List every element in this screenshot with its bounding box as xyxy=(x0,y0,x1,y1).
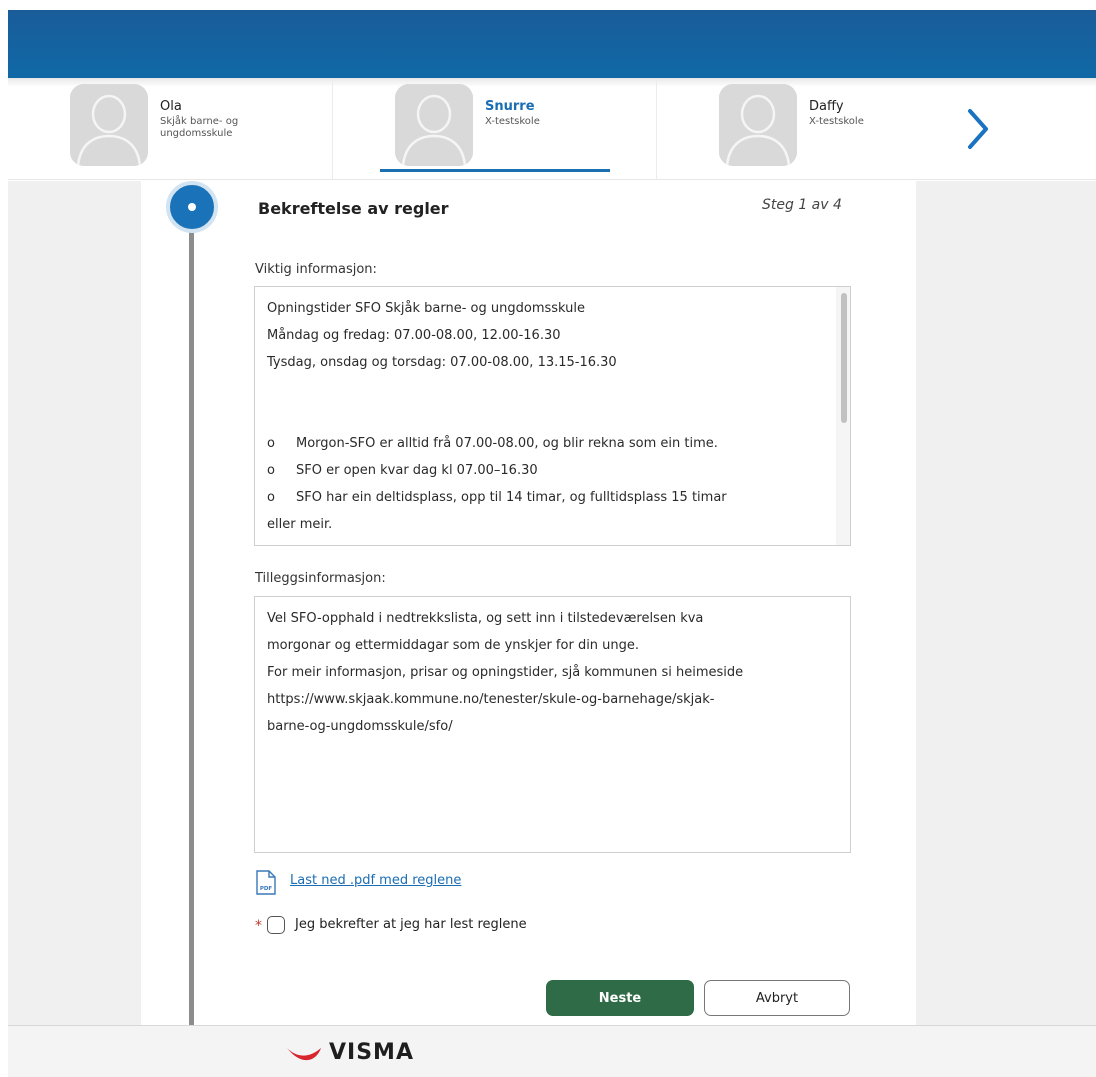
person-placeholder-icon xyxy=(70,84,148,166)
footer xyxy=(8,1025,1096,1077)
info-line: barne-og-ungdomsskule/sfo/ xyxy=(267,719,453,734)
pdf-file-icon: PDF xyxy=(256,870,276,895)
child-name: Snurre xyxy=(485,99,535,114)
info-line: Måndag og fredag: 07.00-08.00, 12.00-16.… xyxy=(267,328,561,343)
stepper-line xyxy=(189,210,194,1025)
child-selector: Ola Skjåk barne- og ungdomsskule Snurre … xyxy=(8,78,1096,180)
child-name: Daffy xyxy=(809,99,844,114)
visma-swoosh-icon xyxy=(287,1048,321,1061)
step-title: Bekreftelse av regler xyxy=(258,199,449,218)
child-school: X-testskole xyxy=(809,116,864,127)
person-placeholder-icon xyxy=(719,84,797,166)
child-tab-snurre[interactable]: Snurre X-testskole xyxy=(332,79,656,179)
info-line: For meir informasjon, prisar og opningst… xyxy=(267,665,744,680)
info-line: Vel SFO-opphald i nedtrekkslista, og set… xyxy=(267,611,704,626)
confirm-rules: * Jeg bekrefter at jeg har lest reglene xyxy=(255,916,655,938)
list-item: o SFO er open kvar dag kl 07.00–16.30 xyxy=(267,463,538,478)
scrollbar[interactable] xyxy=(836,287,850,545)
chevron-right-icon[interactable] xyxy=(958,101,998,157)
pdf-download-link[interactable]: Last ned .pdf med reglene xyxy=(290,873,461,888)
next-button[interactable]: Neste xyxy=(546,980,694,1016)
avatar xyxy=(719,84,797,166)
svg-text:PDF: PDF xyxy=(260,886,273,892)
visma-logo: VISMA xyxy=(285,1040,435,1066)
cancel-button[interactable]: Avbryt xyxy=(704,980,850,1016)
person-placeholder-icon xyxy=(395,84,473,166)
child-school: Skjåk barne- og ungdomsskule xyxy=(160,116,239,139)
info-line: https://www.skjaak.kommune.no/tenester/s… xyxy=(267,692,715,707)
confirm-checkbox[interactable] xyxy=(267,916,285,934)
active-child-indicator xyxy=(380,169,610,172)
confirm-label[interactable]: Jeg bekrefter at jeg har lest reglene xyxy=(295,917,527,932)
info-line: morgonar og ettermiddagar som de ynskjer… xyxy=(267,638,640,653)
avatar xyxy=(70,84,148,166)
child-name: Ola xyxy=(160,99,182,114)
child-tab-ola[interactable]: Ola Skjåk barne- og ungdomsskule xyxy=(8,79,332,179)
step-counter: Steg 1 av 4 xyxy=(762,197,842,213)
additional-info-label: Tilleggsinformasjon: xyxy=(255,571,386,586)
child-school: X-testskole xyxy=(485,116,540,127)
additional-info-box[interactable]: Vel SFO-opphald i nedtrekkslista, og set… xyxy=(254,596,851,853)
info-line: Opningstider SFO Skjåk barne- og ungdoms… xyxy=(267,301,586,316)
avatar xyxy=(395,84,473,166)
list-item: o Morgon-SFO er alltid frå 07.00-08.00, o… xyxy=(267,436,718,451)
important-info-label: Viktig informasjon: xyxy=(255,262,377,277)
top-header-bar xyxy=(8,10,1096,78)
required-marker: * xyxy=(255,918,262,934)
important-info-box[interactable]: Opningstider SFO Skjåk barne- og ungdoms… xyxy=(254,286,851,546)
scrollbar-thumb[interactable] xyxy=(841,293,847,423)
info-line: eller meir. xyxy=(267,517,333,532)
step-indicator-icon xyxy=(166,181,218,233)
child-tab-daffy[interactable]: Daffy X-testskole xyxy=(656,79,980,179)
list-item: o SFO har ein deltidsplass, opp til 14 ti… xyxy=(267,490,727,505)
info-line: Tysdag, onsdag og torsdag: 07.00-08.00, … xyxy=(267,355,617,370)
